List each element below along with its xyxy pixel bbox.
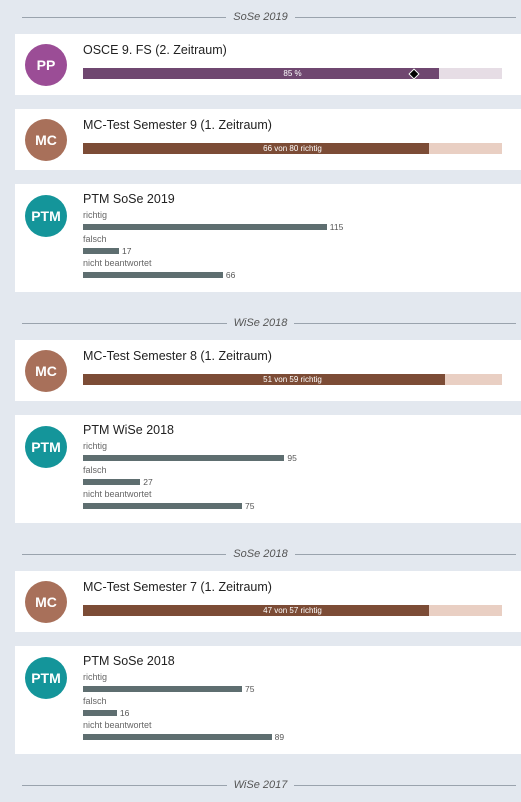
exam-title: PTM SoSe 2018	[83, 654, 175, 668]
exam-type-avatar: MC	[25, 350, 67, 392]
ptm-row-value: 75	[245, 684, 255, 694]
ptm-answer-breakdown: richtig 95 falsch 27 nicht beantwortet 75	[83, 441, 483, 513]
ptm-row: richtig 75	[83, 672, 483, 696]
ptm-row-label: nicht beantwortet	[83, 258, 152, 268]
exam-title: MC-Test Semester 7 (1. Zeitraum)	[83, 580, 272, 594]
ptm-row-bar	[83, 455, 285, 461]
score-text: 85 %	[283, 69, 302, 78]
ptm-row-value: 17	[122, 246, 132, 256]
ptm-row-label: nicht beantwortet	[83, 720, 152, 730]
ptm-row-bar	[83, 248, 120, 254]
ptm-row-label: richtig	[83, 672, 108, 682]
ptm-row: falsch 16	[83, 696, 483, 720]
exam-result-card[interactable]: MC MC-Test Semester 8 (1. Zeitraum) 51 von…	[15, 340, 521, 401]
ptm-row: nicht beantwortet 75	[83, 489, 483, 513]
exam-type-avatar: MC	[25, 581, 67, 623]
ptm-row: richtig 115	[83, 210, 483, 234]
ptm-row-label: falsch	[83, 465, 107, 475]
semester-label: SoSe 2018	[226, 548, 295, 560]
semester-separator: WiSe 2018	[0, 306, 521, 340]
ptm-row-value: 75	[245, 501, 255, 511]
ptm-row-label: falsch	[83, 696, 107, 706]
ptm-row-label: richtig	[83, 441, 108, 451]
ptm-row: richtig 95	[83, 441, 483, 465]
ptm-result-card[interactable]: PTM PTM SoSe 2019 richtig 115 falsch 17 nicht …	[15, 184, 521, 292]
ptm-row-value: 115	[329, 222, 344, 232]
exam-type-avatar: PP	[25, 44, 67, 86]
ptm-row-value: 16	[119, 708, 130, 718]
exam-result-card[interactable]: MC MC-Test Semester 9 (1. Zeitraum) 66 von…	[15, 109, 521, 170]
ptm-row-label: nicht beantwortet	[83, 489, 152, 499]
exam-type-avatar: PTM	[25, 195, 67, 237]
ptm-result-card[interactable]: PTM PTM SoSe 2018 richtig 75 falsch 16 nicht b…	[15, 646, 521, 754]
exam-title: PTM SoSe 2019	[83, 192, 175, 206]
ptm-row-value: 95	[287, 453, 297, 463]
ptm-row-bar	[83, 272, 223, 278]
ptm-row: falsch 17	[83, 234, 483, 258]
exam-type-avatar: PTM	[25, 426, 67, 468]
semester-separator: SoSe 2019	[0, 0, 521, 34]
score-text: 66 von 80 richtig	[263, 144, 322, 153]
ptm-row-bar	[83, 710, 117, 716]
ptm-row-bar	[83, 224, 327, 230]
ptm-row-value: 27	[143, 477, 153, 487]
ptm-row-value: 66	[225, 270, 236, 280]
ptm-answer-breakdown: richtig 75 falsch 16 nicht beantwortet 89	[83, 672, 483, 744]
ptm-row-bar	[83, 503, 242, 509]
exam-title: PTM WiSe 2018	[83, 423, 175, 437]
exam-result-card[interactable]: MC MC-Test Semester 7 (1. Zeitraum) 47 von…	[15, 571, 521, 632]
exam-result-card[interactable]: PP OSCE 9. FS (2. Zeitraum) 85 %	[15, 34, 521, 95]
score-progress-bar: 47 von 57 richtig	[83, 605, 502, 616]
exam-type-avatar: MC	[25, 119, 67, 161]
exam-type-avatar: PTM	[25, 657, 67, 699]
semester-label: WiSe 2017	[226, 779, 295, 791]
ptm-row-value: 89	[274, 732, 285, 742]
exam-title: MC-Test Semester 9 (1. Zeitraum)	[83, 118, 272, 132]
semester-separator: WiSe 2017	[0, 768, 521, 802]
ptm-row-bar	[83, 686, 242, 692]
result-feed: SoSe 2019 PP OSCE 9. FS (2. Zeitraum) 85 % M…	[0, 0, 521, 802]
exam-title: MC-Test Semester 8 (1. Zeitraum)	[83, 349, 272, 363]
semester-label: SoSe 2019	[226, 11, 295, 23]
ptm-row-label: falsch	[83, 234, 107, 244]
ptm-row: nicht beantwortet 89	[83, 720, 483, 744]
ptm-row-bar	[83, 479, 141, 485]
score-text: 47 von 57 richtig	[263, 606, 322, 615]
ptm-row: falsch 27	[83, 465, 483, 489]
ptm-row-label: richtig	[83, 210, 108, 220]
ptm-answer-breakdown: richtig 115 falsch 17 nicht beantwortet 66	[83, 210, 483, 282]
semester-separator: SoSe 2018	[0, 537, 521, 571]
score-progress-bar: 85 %	[83, 68, 502, 80]
score-text: 51 von 59 richtig	[263, 375, 322, 384]
exam-title: OSCE 9. FS (2. Zeitraum)	[83, 43, 227, 57]
semester-label: WiSe 2018	[226, 317, 295, 329]
score-progress-bar: 51 von 59 richtig	[83, 374, 502, 385]
ptm-row-bar	[83, 734, 272, 740]
ptm-result-card[interactable]: PTM PTM WiSe 2018 richtig 95 falsch 27 nicht b…	[15, 415, 521, 523]
score-progress-bar: 66 von 80 richtig	[83, 143, 502, 154]
ptm-row: nicht beantwortet 66	[83, 258, 483, 282]
